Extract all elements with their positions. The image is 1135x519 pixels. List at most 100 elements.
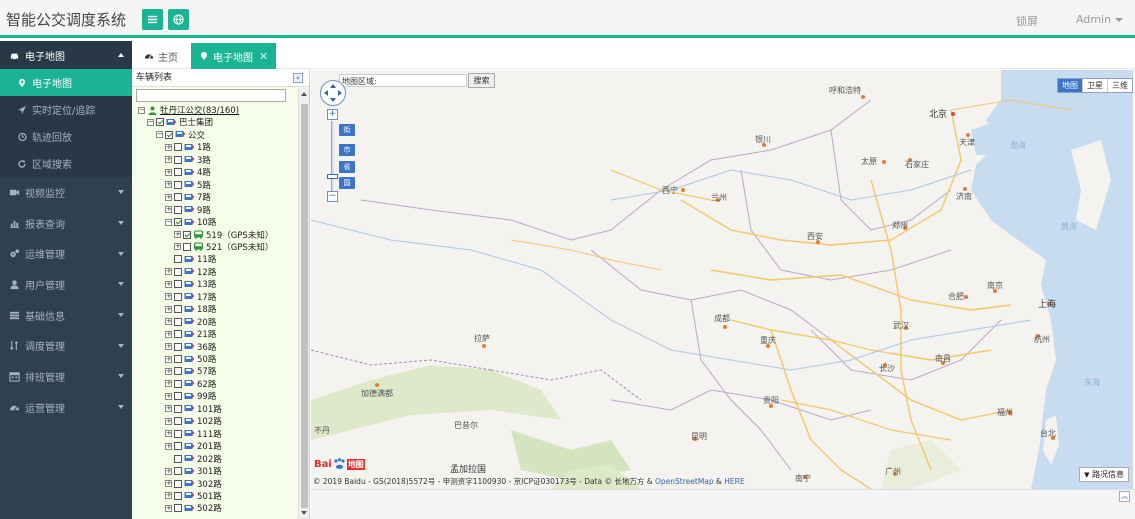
tree-node-route[interactable]: +111路 [165,428,222,440]
tree-checkbox[interactable] [174,417,182,426]
tree-expander-icon[interactable]: + [165,492,172,500]
tree-checkbox[interactable] [174,491,182,500]
tree-checkbox[interactable] [174,404,182,413]
tree-expander-icon[interactable]: − [156,131,163,139]
map-search-button[interactable]: 搜索 [468,73,495,88]
tree-expander-icon[interactable]: + [165,442,172,450]
sidebar-item-operation-management[interactable]: 运营管理 [0,392,132,423]
tree-node-vehicle[interactable]: +519（GPS未知） [174,229,273,241]
tree-node-category[interactable]: − 公交 [156,129,205,141]
sidebar-subitem-track-playback[interactable]: 轨迹回放 [0,123,132,150]
tab-home[interactable]: 主页 [136,43,186,69]
tree-node-route[interactable]: +3路 [165,154,211,166]
sidebar-subitem-realtime-tracking[interactable]: 实时定位/追踪 [0,96,132,123]
city-label[interactable]: 广州 [885,466,901,477]
tree-node-route[interactable]: − 10路 [165,216,216,228]
tree-expander-icon[interactable]: + [165,405,172,413]
tree-expander-icon[interactable]: − [138,106,145,114]
tree-node-route[interactable]: +1路 [165,141,211,153]
city-label[interactable]: 武汉 [893,320,909,331]
tree-checkbox[interactable] [174,155,182,164]
here-link[interactable]: HERE [724,477,744,486]
tree-node-route[interactable]: +9路 [165,204,211,216]
region-label[interactable]: 巴昔尔 [454,420,478,431]
tree-node-route[interactable]: +21路 [165,328,216,340]
city-label[interactable]: 太原 [861,156,877,167]
sidebar-item-electronic-map[interactable]: 电子地图 [0,41,132,69]
zoom-out-button[interactable]: − [327,191,338,202]
tree-node-route[interactable]: +18路 [165,303,216,315]
region-label[interactable]: 不丹 [314,425,330,436]
city-label[interactable]: 南宁 [795,473,811,484]
tree-checkbox[interactable] [174,205,182,214]
city-label[interactable]: 西安 [807,231,823,242]
city-label[interactable]: 福州 [997,407,1013,418]
tree-expander-icon[interactable]: + [165,480,172,487]
tree-expander-icon[interactable]: + [165,280,172,288]
tree-expander-icon[interactable]: + [165,380,172,388]
tree-expander-icon[interactable]: + [165,430,172,438]
tree-checkbox[interactable] [174,292,182,301]
sidebar-item-report-query[interactable]: 报表查询 [0,208,132,239]
tree-checkbox[interactable] [174,168,182,177]
tree-node-route[interactable]: +20路 [165,316,216,328]
tree-expander-icon[interactable]: − [165,218,172,226]
menu-toggle-button[interactable] [142,9,163,30]
city-label[interactable]: 成都 [714,313,730,324]
city-label[interactable]: 石家庄 [905,159,929,170]
city-label[interactable]: 重庆 [760,335,776,346]
tree-expander-icon[interactable]: + [165,268,172,276]
tree-node-route[interactable]: +101路 [165,403,222,415]
zoom-in-button[interactable]: + [327,109,338,120]
tree-expander-icon[interactable]: + [165,193,172,201]
tree-checkbox[interactable] [174,367,182,376]
tree-expander-icon[interactable]: + [165,305,172,313]
tab-electronic-map[interactable]: 电子地图 ✕ [191,43,277,69]
tree-expander-icon[interactable]: + [165,293,172,301]
vehicle-list-scrollbar[interactable] [298,88,309,519]
tree-expander-icon[interactable]: + [165,392,172,400]
tree-expander-icon[interactable]: + [165,330,172,338]
osm-link[interactable]: OpenStreetMap [655,477,714,486]
tree-node-root[interactable]: − 牡丹江公交(83/160) [138,104,239,116]
zoom-level-country[interactable]: 国 [339,177,355,189]
region-label[interactable]: 孟加拉国 [450,462,486,475]
tree-checkbox[interactable] [174,267,182,276]
city-label[interactable]: 合肥 [948,291,964,302]
tree-checkbox[interactable] [174,504,182,513]
tree-expander-icon[interactable]: + [165,318,172,326]
tree-checkbox[interactable] [174,379,182,388]
tree-node-route[interactable]: +7路 [165,191,211,203]
lock-screen-link[interactable]: 锁屏 [1016,13,1038,29]
sidebar-subitem-electronic-map[interactable]: 电子地图 [0,69,132,96]
tree-expander-icon[interactable]: + [165,156,172,164]
city-label[interactable]: 济南 [956,191,972,202]
globe-button[interactable] [168,9,189,30]
user-menu[interactable]: Admin [1076,13,1124,26]
tree-checkbox[interactable] [174,392,182,401]
scroll-thumb[interactable] [301,104,308,508]
tree-expander-icon[interactable]: + [165,143,172,151]
tree-node-route[interactable]: +301路 [165,465,222,477]
city-label[interactable]: 昆明 [691,431,707,442]
city-label[interactable]: 北京 [929,107,947,120]
zoom-level-street[interactable]: 街 [339,124,355,136]
scroll-up-icon[interactable] [301,92,307,96]
city-label[interactable]: 贵阳 [763,395,779,406]
map-type-3d[interactable]: 三维 [1107,79,1132,92]
sidebar-item-user-management[interactable]: 用户管理 [0,269,132,300]
tree-checkbox[interactable] [174,479,182,488]
region-label[interactable]: 加德满都 [361,388,393,399]
tree-node-route[interactable]: +57路 [165,365,216,377]
city-label[interactable]: 杭州 [1034,334,1050,345]
city-label[interactable]: 呼和浩特 [829,85,861,96]
tree-checkbox[interactable] [183,230,191,239]
tree-checkbox[interactable] [174,143,182,152]
tree-node-group[interactable]: − 巴士集团 [147,116,213,128]
pan-control[interactable] [320,80,346,106]
tree-node-route[interactable]: +17路 [165,291,216,303]
tree-checkbox[interactable] [174,193,182,202]
tree-checkbox[interactable] [174,454,182,463]
tree-expander-icon[interactable]: + [165,343,172,351]
tree-checkbox[interactable] [174,429,182,438]
